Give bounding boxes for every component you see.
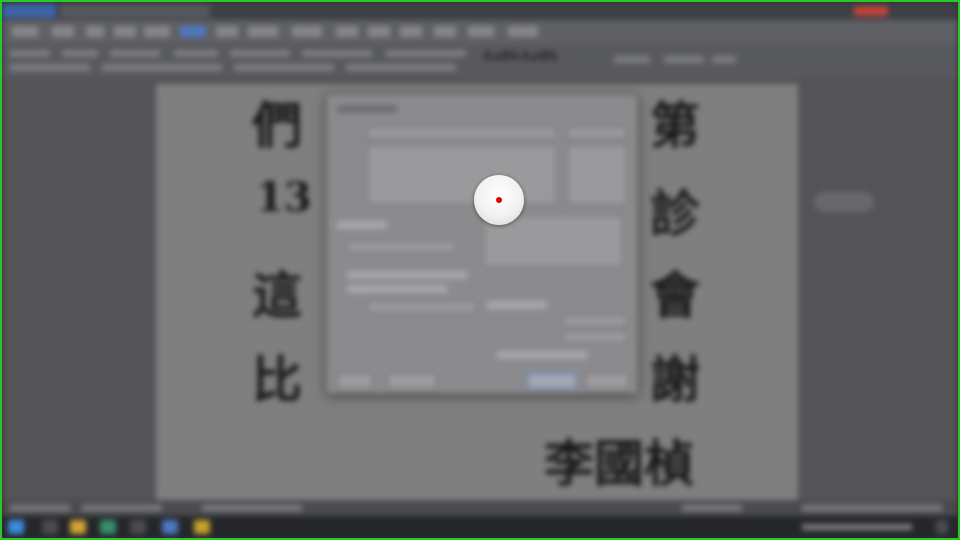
ribbon-control[interactable] xyxy=(10,64,90,71)
ribbon-control[interactable] xyxy=(346,64,456,71)
cursor-spotlight-icon xyxy=(474,175,524,225)
dialog-default-button[interactable] xyxy=(337,373,373,389)
start-icon[interactable] xyxy=(8,520,24,534)
menu-item[interactable] xyxy=(216,26,238,37)
taskbar xyxy=(2,516,958,538)
app-icon[interactable] xyxy=(194,520,210,534)
document-signature: 李國楨 xyxy=(544,434,694,493)
dialog-effects-button[interactable] xyxy=(387,373,437,389)
dialog-select[interactable] xyxy=(563,315,627,327)
status-bar xyxy=(2,500,958,516)
dialog-input[interactable] xyxy=(567,127,627,139)
ribbon-toolbar: AaBbAaBb xyxy=(2,44,958,78)
dialog-label xyxy=(337,221,387,229)
ribbon-control[interactable] xyxy=(712,56,736,63)
document-text: 13 xyxy=(256,174,312,221)
ribbon-control[interactable] xyxy=(664,56,704,63)
ribbon-control[interactable] xyxy=(614,56,650,63)
menu-item-active[interactable] xyxy=(180,26,206,37)
menu-item[interactable] xyxy=(114,26,136,37)
record-button[interactable] xyxy=(854,6,888,16)
document-text: 會 xyxy=(650,266,700,325)
system-tray[interactable] xyxy=(802,524,912,530)
menu-item[interactable] xyxy=(468,26,494,37)
ribbon-control[interactable] xyxy=(110,50,160,57)
search-icon[interactable] xyxy=(42,520,58,534)
dialog-list[interactable] xyxy=(567,145,627,205)
dialog-input[interactable] xyxy=(367,127,557,139)
menu-item[interactable] xyxy=(400,26,422,37)
menu-item[interactable] xyxy=(434,26,456,37)
word-processor-window: AaBbAaBb 們 第 13 診 這 會 比 謝 李國楨 xyxy=(2,2,958,538)
document-text: 比 xyxy=(252,350,302,409)
screen-frame: AaBbAaBb 們 第 13 診 這 會 比 謝 李國楨 xyxy=(0,0,960,540)
dialog-option[interactable] xyxy=(347,285,447,293)
menu-bar xyxy=(2,20,958,44)
ribbon-control[interactable] xyxy=(174,50,218,57)
comment-bubble[interactable] xyxy=(814,192,874,212)
font-dialog xyxy=(326,94,638,394)
document-text: 這 xyxy=(252,266,302,325)
ribbon-control[interactable] xyxy=(234,64,334,71)
document-tab[interactable] xyxy=(60,4,210,18)
app-tab[interactable] xyxy=(2,4,56,18)
menu-item[interactable] xyxy=(144,26,170,37)
menu-item[interactable] xyxy=(292,26,322,37)
dialog-option[interactable] xyxy=(347,271,467,279)
cancel-button[interactable] xyxy=(585,373,629,389)
ribbon-control[interactable] xyxy=(102,64,222,71)
status-item xyxy=(82,505,162,511)
dialog-list[interactable] xyxy=(367,145,557,205)
word-app-icon[interactable] xyxy=(162,520,178,534)
menu-item[interactable] xyxy=(368,26,390,37)
cursor-dot-icon xyxy=(496,197,502,203)
status-item xyxy=(10,505,70,511)
dialog-select[interactable] xyxy=(367,301,477,313)
folder-icon[interactable] xyxy=(70,520,86,534)
menu-item[interactable] xyxy=(248,26,278,37)
ribbon-control[interactable] xyxy=(302,50,372,57)
document-text: 第 xyxy=(650,96,700,155)
title-bar xyxy=(2,2,958,20)
ribbon-control[interactable] xyxy=(386,50,466,57)
document-text: 診 xyxy=(650,184,700,243)
dialog-select[interactable] xyxy=(347,241,457,253)
dialog-label xyxy=(487,301,547,309)
zoom-slider[interactable] xyxy=(802,505,942,511)
ribbon-control[interactable] xyxy=(230,50,290,57)
menu-item[interactable] xyxy=(86,26,104,37)
document-text: 謝 xyxy=(650,350,700,409)
menu-item[interactable] xyxy=(12,26,38,37)
view-controls[interactable] xyxy=(682,505,742,511)
status-item xyxy=(202,505,302,511)
style-gallery-preview[interactable]: AaBbAaBb xyxy=(482,49,600,64)
menu-item[interactable] xyxy=(52,26,74,37)
ribbon-control[interactable] xyxy=(10,50,50,57)
app-icon[interactable] xyxy=(100,520,116,534)
ribbon-control[interactable] xyxy=(62,50,98,57)
menu-item[interactable] xyxy=(336,26,358,37)
document-text: 們 xyxy=(252,96,302,155)
app-icon[interactable] xyxy=(130,520,146,534)
ok-button[interactable] xyxy=(527,373,577,389)
notification-icon[interactable] xyxy=(936,520,948,534)
menu-item[interactable] xyxy=(508,26,538,37)
dialog-select[interactable] xyxy=(563,331,627,343)
dialog-title xyxy=(337,105,397,113)
dialog-label xyxy=(497,351,587,359)
